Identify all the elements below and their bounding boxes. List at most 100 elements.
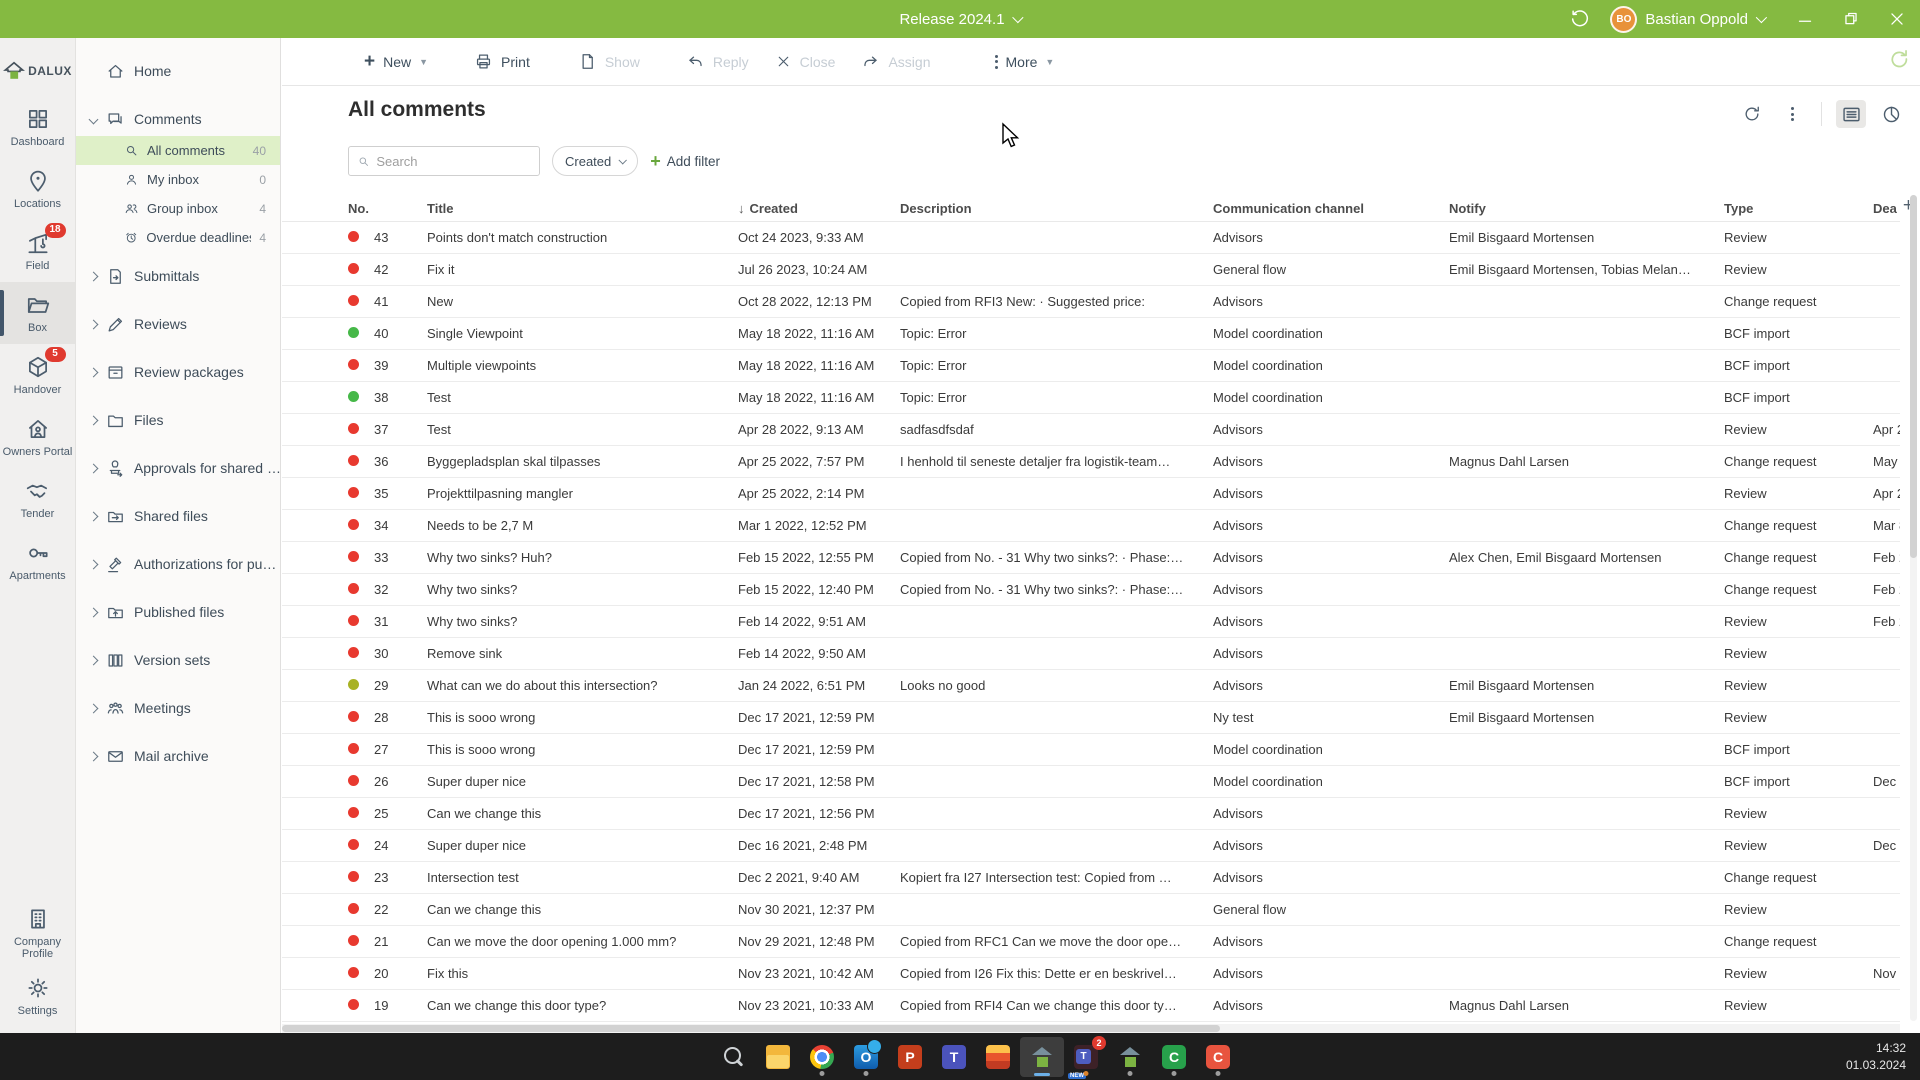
assign-button[interactable]: Assign	[861, 52, 930, 71]
sidebar-item-mail-archive[interactable]: Mail archive	[76, 732, 280, 780]
add-filter-button[interactable]: + Add filter	[650, 152, 720, 170]
sidebar-item-overdue-deadlines[interactable]: Overdue deadlines 4	[76, 223, 280, 252]
rail-item-box[interactable]: Box	[0, 282, 75, 344]
show-button[interactable]: Show	[578, 52, 640, 71]
dalux-app2-icon[interactable]	[1108, 1037, 1152, 1077]
table-row[interactable]: 31 Why two sinks? Feb 14 2022, 9:51 AM A…	[282, 606, 1900, 638]
table-row[interactable]: 23 Intersection test Dec 2 2021, 9:40 AM…	[282, 862, 1900, 894]
sidebar-item-version-sets[interactable]: Version sets	[76, 636, 280, 684]
avatar[interactable]: BO	[1610, 6, 1637, 33]
rail-item-settings[interactable]: Settings	[0, 965, 75, 1027]
rail-item-company-profile[interactable]: Company Profile	[0, 902, 75, 965]
horizontal-scrollbar[interactable]	[282, 1024, 1900, 1033]
sidebar-item-home[interactable]: Home	[76, 54, 280, 88]
sidebar-item-authorizations[interactable]: Authorizations for pu…	[76, 540, 280, 588]
sidebar-item-submittals[interactable]: Submittals	[76, 252, 280, 300]
taskbar-search-icon[interactable]	[712, 1037, 756, 1077]
new-button[interactable]: + New ▼	[364, 52, 428, 71]
user-menu-chevron-icon[interactable]	[1756, 12, 1767, 23]
sidebar-item-review-packages[interactable]: Review packages	[76, 348, 280, 396]
table-row[interactable]: 43 Points don't match construction Oct 2…	[282, 222, 1900, 254]
rail-item-owners-portal[interactable]: Owners Portal	[0, 406, 75, 468]
table-row[interactable]: 37 Test Apr 28 2022, 9:13 AM sadfasdfsda…	[282, 414, 1900, 446]
scrollbar-thumb[interactable]	[1910, 195, 1917, 558]
refresh-button[interactable]	[1737, 100, 1767, 128]
outlook-icon[interactable]: O	[844, 1037, 888, 1077]
table-row[interactable]: 34 Needs to be 2,7 M Mar 1 2022, 12:52 P…	[282, 510, 1900, 542]
table-row[interactable]: 29 What can we do about this intersectio…	[282, 670, 1900, 702]
column-header-title[interactable]: Title	[427, 201, 738, 216]
rail-item-apartments[interactable]: Apartments	[0, 530, 75, 592]
maximize-button[interactable]	[1828, 0, 1874, 38]
close-comment-button[interactable]: Close	[775, 53, 836, 70]
search-input[interactable]	[376, 154, 531, 169]
table-row[interactable]: 28 This is sooo wrong Dec 17 2021, 12:59…	[282, 702, 1900, 734]
rail-item-tender[interactable]: Tender	[0, 468, 75, 530]
table-row[interactable]: 20 Fix this Nov 23 2021, 10:42 AM Copied…	[282, 958, 1900, 990]
minimize-button[interactable]	[1782, 0, 1828, 38]
sidebar-item-reviews[interactable]: Reviews	[76, 300, 280, 348]
table-row[interactable]: 25 Can we change this Dec 17 2021, 12:56…	[282, 798, 1900, 830]
table-row[interactable]: 39 Multiple viewpoints May 18 2022, 11:1…	[282, 350, 1900, 382]
rail-item-handover[interactable]: 5 Handover	[0, 344, 75, 406]
column-header-notify[interactable]: Notify	[1449, 201, 1724, 216]
sidebar-item-approvals[interactable]: Approvals for shared …	[76, 444, 280, 492]
office-icon[interactable]	[976, 1037, 1020, 1077]
history-button[interactable]	[1560, 0, 1600, 38]
sidebar-item-meetings[interactable]: Meetings	[76, 684, 280, 732]
print-button[interactable]: Print	[474, 52, 530, 71]
column-header-channel[interactable]: Communication channel	[1213, 201, 1449, 216]
chrome-icon[interactable]	[800, 1037, 844, 1077]
rail-item-dashboard[interactable]: Dashboard	[0, 96, 75, 158]
sync-status-button[interactable]	[1886, 46, 1912, 72]
sidebar-item-comments[interactable]: Comments	[76, 102, 280, 136]
file-explorer-icon[interactable]	[756, 1037, 800, 1077]
column-header-no[interactable]: No.	[348, 201, 427, 216]
reply-button[interactable]: Reply	[686, 52, 749, 71]
list-view-toggle[interactable]	[1836, 100, 1866, 128]
table-row[interactable]: 19 Can we change this door type? Nov 23 …	[282, 990, 1900, 1022]
teams-icon[interactable]: T	[932, 1037, 976, 1077]
rail-item-locations[interactable]: Locations	[0, 158, 75, 220]
table-row[interactable]: 33 Why two sinks? Huh? Feb 15 2022, 12:5…	[282, 542, 1900, 574]
table-row[interactable]: 24 Super duper nice Dec 16 2021, 2:48 PM…	[282, 830, 1900, 862]
powerpoint-icon[interactable]: P	[888, 1037, 932, 1077]
release-selector[interactable]: Release 2024.1	[899, 0, 1020, 38]
view-options-button[interactable]	[1777, 100, 1807, 128]
vertical-scrollbar[interactable]	[1910, 195, 1917, 1021]
rail-item-field[interactable]: 18 Field	[0, 220, 75, 282]
column-header-description[interactable]: Description	[900, 201, 1213, 216]
sidebar-item-shared-files[interactable]: Shared files	[76, 492, 280, 540]
table-row[interactable]: 38 Test May 18 2022, 11:16 AM Topic: Err…	[282, 382, 1900, 414]
windows-start-icon[interactable]	[668, 1037, 712, 1077]
more-button[interactable]: More ▼	[995, 54, 1055, 70]
sidebar-item-files[interactable]: Files	[76, 396, 280, 444]
table-row[interactable]: 21 Can we move the door opening 1.000 mm…	[282, 926, 1900, 958]
column-header-created[interactable]: ↓Created	[738, 201, 900, 216]
chart-view-toggle[interactable]	[1876, 100, 1906, 128]
table-row[interactable]: 42 Fix it Jul 26 2023, 10:24 AM General …	[282, 254, 1900, 286]
table-row[interactable]: 30 Remove sink Feb 14 2022, 9:50 AM Advi…	[282, 638, 1900, 670]
created-filter-dropdown[interactable]: Created	[552, 146, 638, 176]
table-row[interactable]: 27 This is sooo wrong Dec 17 2021, 12:59…	[282, 734, 1900, 766]
teams-new-icon[interactable]: 2 NEW	[1064, 1037, 1108, 1077]
table-row[interactable]: 35 Projekttilpasning mangler Apr 25 2022…	[282, 478, 1900, 510]
table-row[interactable]: 41 New Oct 28 2022, 12:13 PM Copied from…	[282, 286, 1900, 318]
sidebar-item-published-files[interactable]: Published files	[76, 588, 280, 636]
table-row[interactable]: 32 Why two sinks? Feb 15 2022, 12:40 PM …	[282, 574, 1900, 606]
scrollbar-thumb[interactable]	[282, 1025, 1220, 1032]
column-header-type[interactable]: Type	[1724, 201, 1873, 216]
table-row[interactable]: 36 Byggepladsplan skal tilpasses Apr 25 …	[282, 446, 1900, 478]
close-window-button[interactable]	[1874, 0, 1920, 38]
table-row[interactable]: 26 Super duper nice Dec 17 2021, 12:58 P…	[282, 766, 1900, 798]
column-header-deadline[interactable]: Dea	[1873, 201, 1900, 216]
sidebar-item-my-inbox[interactable]: My inbox 0	[76, 165, 280, 194]
sidebar-item-group-inbox[interactable]: Group inbox 4	[76, 194, 280, 223]
table-row[interactable]: 40 Single Viewpoint May 18 2022, 11:16 A…	[282, 318, 1900, 350]
dalux-app-icon[interactable]	[1020, 1037, 1064, 1077]
table-row[interactable]: 22 Can we change this Nov 30 2021, 12:37…	[282, 894, 1900, 926]
camtasia-green-icon[interactable]: C	[1152, 1037, 1196, 1077]
sidebar-item-all-comments[interactable]: All comments 40	[76, 136, 280, 165]
taskbar-clock[interactable]: 14:32 01.03.2024	[1846, 1040, 1906, 1072]
camtasia-red-icon[interactable]: C	[1196, 1037, 1240, 1077]
